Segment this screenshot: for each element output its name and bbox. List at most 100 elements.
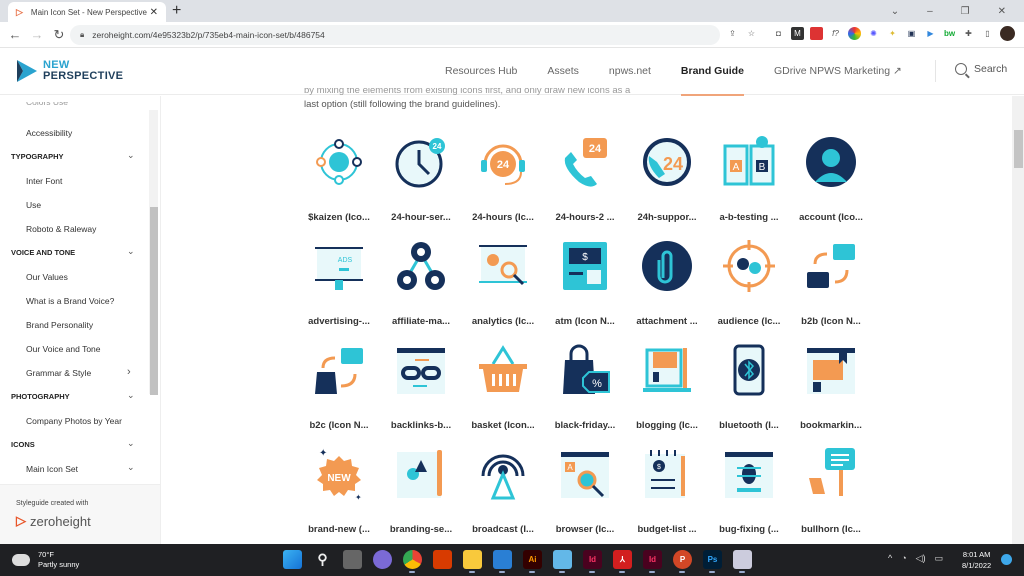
sidebar-section-voice-and-tone[interactable]: VOICE AND TONE bbox=[11, 248, 75, 257]
color-wheel-icon[interactable] bbox=[848, 27, 861, 40]
weather-widget[interactable]: 70°F Partly sunny bbox=[12, 550, 79, 570]
office-icon[interactable] bbox=[433, 550, 452, 569]
sidebar-item-cutoff[interactable]: Colors Use bbox=[26, 102, 68, 108]
camera-icon[interactable]: ◘ bbox=[772, 27, 785, 40]
teams-chat-icon[interactable] bbox=[373, 550, 392, 569]
minimize-icon[interactable]: – bbox=[927, 6, 933, 17]
icon-card[interactable]: bullhorn (Ic... bbox=[790, 446, 872, 535]
close-window-icon[interactable]: ✕ bbox=[998, 6, 1006, 17]
video-extension-icon[interactable]: ▶ bbox=[924, 27, 937, 40]
wifi-icon[interactable]: ◔ bbox=[901, 553, 906, 564]
task-view-icon[interactable] bbox=[343, 550, 362, 569]
sidebar-item-inter-font[interactable]: Inter Font bbox=[26, 176, 62, 186]
icon-card[interactable]: b2c (Icon N... bbox=[298, 342, 380, 431]
close-tab-icon[interactable]: ✕ bbox=[150, 7, 158, 18]
nav-resources-hub[interactable]: Resources Hub bbox=[445, 65, 517, 77]
icon-card[interactable]: broadcast (I... bbox=[462, 446, 544, 535]
icon-card[interactable]: A Ba-b-testing ... bbox=[708, 134, 790, 223]
puzzle-icon[interactable]: ✚ bbox=[962, 27, 975, 40]
icon-card[interactable]: attachment ... bbox=[626, 238, 708, 327]
tab-search-chevron-icon[interactable]: ⌄ bbox=[891, 6, 899, 17]
chevron-down-icon[interactable]: ⌄ bbox=[127, 150, 135, 161]
icon-card[interactable]: ADS advertising-... bbox=[298, 238, 380, 327]
bw-extension-icon[interactable]: bw bbox=[943, 27, 956, 40]
icon-card[interactable]: $kaizen (Ico... bbox=[298, 134, 380, 223]
red-extension-icon[interactable] bbox=[810, 27, 823, 40]
share-icon[interactable]: ⇪ bbox=[726, 27, 739, 40]
search-icon[interactable]: ⚲ bbox=[313, 550, 332, 569]
icon-card[interactable]: 24 24-hours (Ic... bbox=[462, 134, 544, 223]
sidebar-section-photography[interactable]: PHOTOGRAPHY bbox=[11, 392, 70, 401]
illustrator-icon[interactable]: Ai bbox=[523, 550, 542, 573]
file-explorer-icon[interactable] bbox=[463, 550, 482, 573]
gear-extension-icon[interactable]: ✺ bbox=[867, 27, 880, 40]
sidebar-icon[interactable]: ▯ bbox=[981, 27, 994, 40]
back-icon[interactable]: ← bbox=[4, 27, 26, 42]
maximize-icon[interactable]: ❐ bbox=[961, 6, 970, 17]
icon-card[interactable]: $ budget-list ... bbox=[626, 446, 708, 535]
indesign-icon[interactable]: Id bbox=[583, 550, 602, 573]
acrobat-icon[interactable]: ⅄ bbox=[613, 550, 632, 573]
battery-icon[interactable]: ▭ bbox=[935, 553, 944, 564]
url-field[interactable]: 🔒︎ zeroheight.com/4e95323b2/p/735eb4-mai… bbox=[70, 25, 720, 45]
page-scrollbar-thumb[interactable] bbox=[1014, 130, 1023, 168]
search-button[interactable]: Search bbox=[955, 63, 1007, 75]
icon-card[interactable]: $ atm (Icon N... bbox=[544, 238, 626, 327]
icon-card[interactable]: bookmarkin... bbox=[790, 342, 872, 431]
chevron-right-icon[interactable]: › bbox=[127, 366, 131, 378]
zeroheight-link[interactable]: ▷ zeroheight bbox=[16, 513, 91, 529]
formula-extension-icon[interactable]: f? bbox=[829, 27, 842, 40]
icon-card[interactable]: account (Ico... bbox=[790, 134, 872, 223]
nav-assets[interactable]: Assets bbox=[547, 65, 579, 77]
windows-start-icon[interactable] bbox=[283, 550, 302, 569]
icon-card[interactable]: affiliate-ma... bbox=[380, 238, 462, 327]
bulb-extension-icon[interactable]: ✦ bbox=[886, 27, 899, 40]
chrome-icon[interactable] bbox=[403, 550, 422, 573]
star-icon[interactable]: ☆ bbox=[745, 27, 758, 40]
icon-card[interactable]: Abrowser (Ic... bbox=[544, 446, 626, 535]
reload-icon[interactable]: ↻ bbox=[48, 27, 70, 43]
icon-card[interactable]: % black-friday... bbox=[544, 342, 626, 431]
icon-card[interactable]: backlinks-b... bbox=[380, 342, 462, 431]
icon-card[interactable]: branding-se... bbox=[380, 446, 462, 535]
snipping-tool-icon[interactable] bbox=[733, 550, 752, 573]
volume-icon[interactable]: ◁) bbox=[916, 553, 926, 564]
notepad-icon[interactable] bbox=[553, 550, 572, 573]
chevron-down-icon[interactable]: ⌄ bbox=[127, 246, 135, 257]
system-clock[interactable]: 8:01 AM 8/1/2022 bbox=[962, 549, 991, 571]
notification-icon[interactable] bbox=[1001, 554, 1012, 565]
icon-card[interactable]: NEW ✦ ✦ brand-new (... bbox=[298, 446, 380, 535]
indesign-2-icon[interactable]: Id bbox=[643, 550, 662, 573]
forward-icon[interactable]: → bbox=[26, 27, 48, 42]
photos-icon[interactable] bbox=[493, 550, 512, 573]
sidebar-item-our-values[interactable]: Our Values bbox=[26, 272, 68, 282]
icon-card[interactable]: audience (Ic... bbox=[708, 238, 790, 327]
photoshop-icon[interactable]: Ps bbox=[703, 550, 722, 573]
sidebar-section-icons[interactable]: ICONS bbox=[11, 440, 35, 449]
icon-card[interactable]: b2b (Icon N... bbox=[790, 238, 872, 327]
bus-extension-icon[interactable]: ▣ bbox=[905, 27, 918, 40]
sidebar-section-typography[interactable]: TYPOGRAPHY bbox=[11, 152, 64, 161]
m-extension-icon[interactable]: M bbox=[791, 27, 804, 40]
sidebar-item-voice-and-tone[interactable]: Our Voice and Tone bbox=[26, 344, 101, 354]
tray-overflow-icon[interactable]: ^ bbox=[888, 553, 892, 564]
icon-card[interactable]: 24 24-hours-2 ... bbox=[544, 134, 626, 223]
nav-brand-guide[interactable]: Brand Guide bbox=[680, 65, 744, 96]
sidebar-item-brand-personality[interactable]: Brand Personality bbox=[26, 320, 93, 330]
profile-avatar[interactable] bbox=[1000, 26, 1015, 41]
new-tab-button[interactable]: + bbox=[172, 2, 181, 20]
icon-card[interactable]: bug-fixing (... bbox=[708, 446, 790, 535]
sidebar-scrollbar-thumb[interactable] bbox=[150, 207, 158, 395]
sidebar-item-accessibility[interactable]: Accessibility bbox=[26, 128, 72, 138]
chevron-down-icon[interactable]: ⌄ bbox=[127, 438, 135, 449]
nav-npws-net[interactable]: npws.net bbox=[609, 65, 651, 77]
brand-logo[interactable]: NEW PERSPECTIVE bbox=[15, 58, 123, 84]
sidebar-item-roboto-raleway[interactable]: Roboto & Raleway bbox=[26, 224, 96, 234]
powerpoint-icon[interactable]: P bbox=[673, 550, 692, 573]
icon-card[interactable]: 24 24h-suppor... bbox=[626, 134, 708, 223]
chevron-down-icon[interactable]: ⌄ bbox=[127, 462, 135, 473]
sidebar-item-grammar-style[interactable]: Grammar & Style bbox=[26, 368, 91, 378]
browser-tab[interactable]: ▷ Main Icon Set - New Perspective ✕ bbox=[8, 2, 166, 22]
icon-card[interactable]: analytics (Ic... bbox=[462, 238, 544, 327]
sidebar-item-use[interactable]: Use bbox=[26, 200, 41, 210]
